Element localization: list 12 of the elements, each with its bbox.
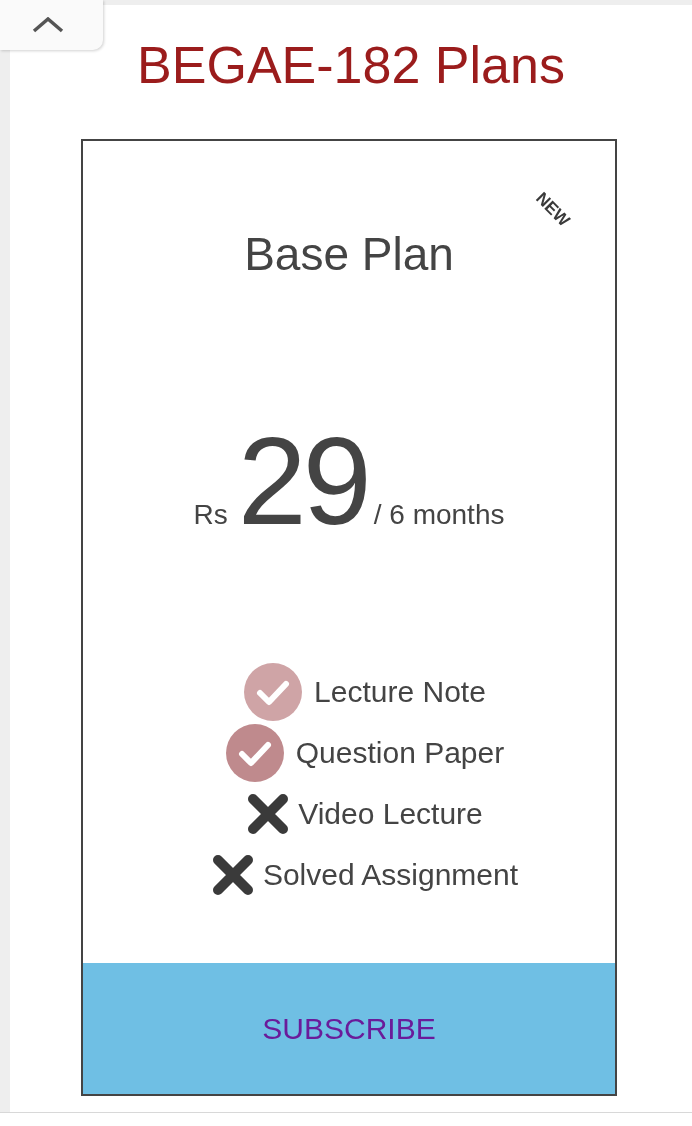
feature-label: Question Paper [295, 735, 505, 771]
feature-label: Video Lecture [298, 796, 483, 832]
page-title: BEGAE-182 Plans [137, 39, 565, 91]
plan-name: Base Plan [244, 231, 454, 277]
chevron-up-icon [31, 17, 64, 33]
price-currency: Rs [193, 501, 228, 529]
price-period: / 6 months [373, 501, 505, 529]
subscribe-button[interactable]: SUBSCRIBE [83, 963, 615, 1094]
collapse-tab[interactable] [0, 0, 103, 50]
feature-label: Lecture Note [314, 674, 486, 710]
price-amount: 29 [237, 419, 368, 543]
feature-label: Solved Assignment [262, 857, 519, 893]
